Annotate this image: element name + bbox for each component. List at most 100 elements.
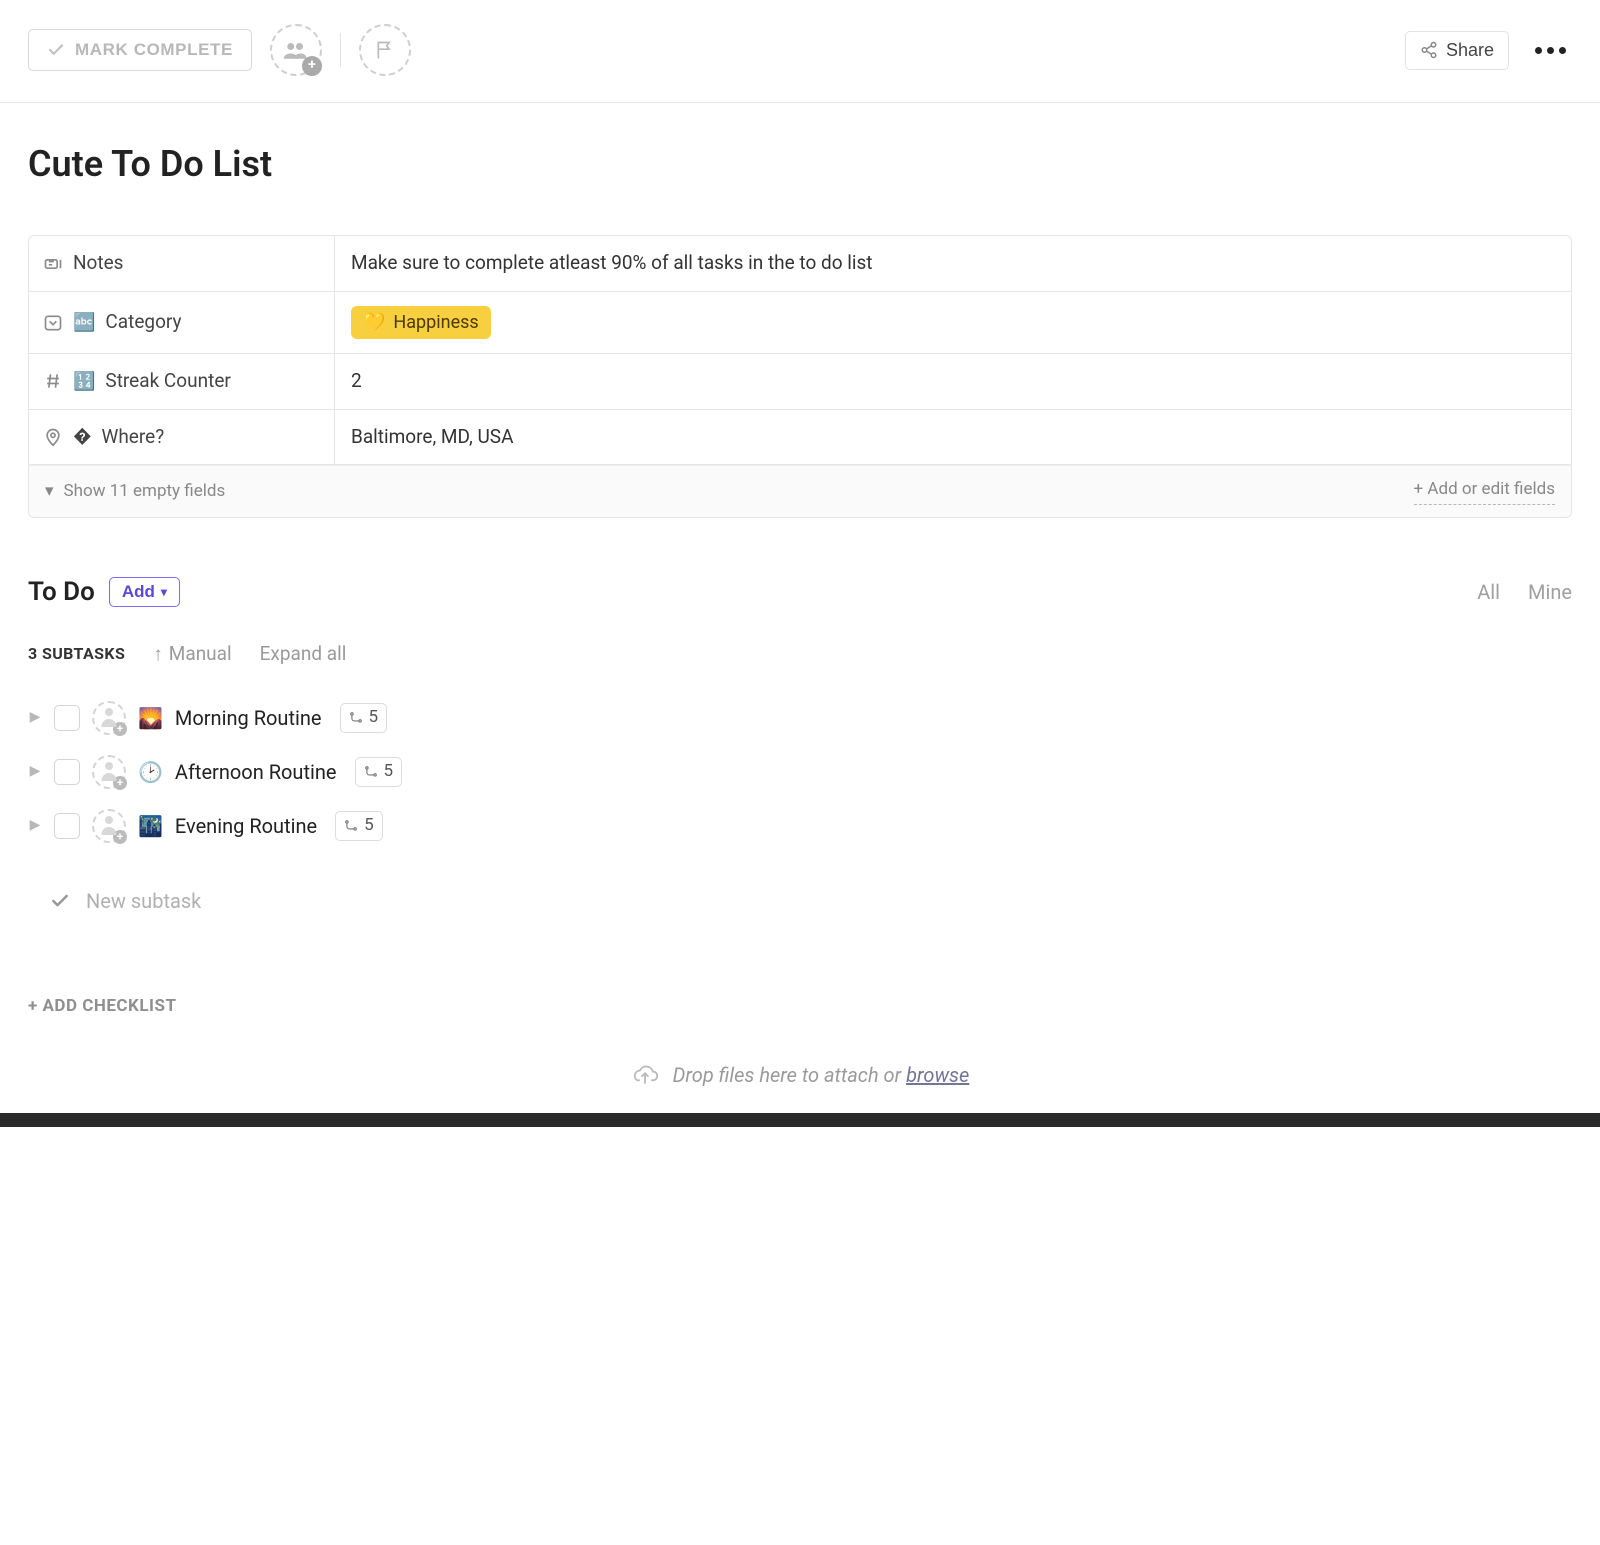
chevron-right-icon[interactable]: ▶: [28, 816, 42, 836]
filter-mine[interactable]: Mine: [1528, 578, 1572, 606]
fields-footer: ▾ Show 11 empty fields + Add or edit fie…: [29, 465, 1571, 517]
subtasks-icon: [344, 819, 358, 833]
subtask-emoji: 🌃: [138, 812, 163, 840]
subtask-row: ▶ + 🌃 Evening Routine 5: [28, 799, 1572, 853]
subtask-count: 3 SUBTASKS: [28, 643, 125, 665]
task-title[interactable]: Cute To Do List: [28, 139, 1572, 189]
streak-emoji: 🔢: [73, 369, 95, 394]
header-left: MARK COMPLETE +: [28, 24, 411, 76]
badge-count: 5: [384, 760, 394, 784]
dropzone-label: Drop files here to attach or: [673, 1063, 906, 1087]
new-subtask-input[interactable]: New subtask: [28, 867, 1572, 935]
chevron-down-icon: ▾: [45, 480, 54, 504]
subtask-row: ▶ + 🕑 Afternoon Routine 5: [28, 745, 1572, 799]
field-streak-label: 🔢 Streak Counter: [29, 354, 335, 409]
subtask-toolbar: 3 SUBTASKS ↑ Manual Expand all: [28, 641, 1572, 668]
new-subtask-placeholder: New subtask: [86, 887, 201, 915]
mark-complete-button[interactable]: MARK COMPLETE: [28, 29, 252, 71]
subtask-list: ▶ + 🌄 Morning Routine 5 ▶ + 🕑 Afternoon …: [28, 691, 1572, 853]
flag-icon: [375, 39, 395, 61]
subtask-row: ▶ + 🌄 Morning Routine 5: [28, 691, 1572, 745]
field-label-text: Notes: [73, 250, 124, 277]
bottom-bar: [0, 1113, 1600, 1127]
category-emoji: 🔤: [73, 310, 95, 335]
mark-complete-label: MARK COMPLETE: [75, 40, 233, 60]
check-icon: [47, 41, 65, 59]
share-label: Share: [1446, 40, 1494, 61]
subtasks-icon: [364, 765, 378, 779]
filter-tabs: All Mine: [1477, 578, 1572, 606]
assign-button[interactable]: +: [92, 701, 126, 735]
subtask-name[interactable]: Morning Routine: [175, 704, 322, 732]
assign-button[interactable]: +: [92, 809, 126, 843]
hash-icon: [43, 371, 63, 391]
where-emoji: �: [73, 424, 91, 449]
subtask-checkbox[interactable]: [54, 759, 80, 785]
subtasks-icon: [349, 711, 363, 725]
field-streak-value[interactable]: 2: [335, 354, 1571, 409]
field-notes-row: Notes Make sure to complete atleast 90% …: [29, 236, 1571, 292]
todo-title: To Do: [28, 574, 95, 610]
show-empty-fields[interactable]: ▾ Show 11 empty fields: [45, 480, 225, 504]
fields-table: Notes Make sure to complete atleast 90% …: [28, 235, 1572, 518]
subtask-count-badge[interactable]: 5: [335, 811, 383, 841]
subtask-checkbox[interactable]: [54, 813, 80, 839]
field-category-value[interactable]: 💛 Happiness: [335, 292, 1571, 353]
field-streak-row: 🔢 Streak Counter 2: [29, 354, 1571, 410]
subtask-emoji: 🌄: [138, 704, 163, 732]
add-subtask-button[interactable]: Add ▾: [109, 577, 180, 607]
subtask-count-badge[interactable]: 5: [355, 757, 403, 787]
dropdown-icon: [43, 313, 63, 333]
todo-section-head: To Do Add ▾ All Mine: [28, 574, 1572, 610]
share-icon: [1420, 41, 1438, 59]
more-menu-button[interactable]: [1529, 41, 1572, 60]
add-edit-fields[interactable]: + Add or edit fields: [1414, 478, 1555, 505]
field-label-text: Streak Counter: [105, 368, 230, 395]
field-category-label: 🔤 Category: [29, 292, 335, 353]
sort-manual[interactable]: ↑ Manual: [153, 641, 231, 668]
chevron-right-icon[interactable]: ▶: [28, 762, 42, 782]
show-empty-label: Show 11 empty fields: [64, 480, 226, 504]
subtask-checkbox[interactable]: [54, 705, 80, 731]
plus-icon: +: [113, 722, 127, 736]
plus-icon: +: [302, 56, 322, 76]
cloud-upload-icon: [631, 1063, 659, 1087]
assign-button[interactable]: +: [92, 755, 126, 789]
badge-count: 5: [364, 814, 374, 838]
badge-count: 5: [369, 706, 379, 730]
category-tag[interactable]: 💛 Happiness: [351, 306, 491, 339]
header-right: Share: [1405, 31, 1572, 70]
assign-button[interactable]: +: [270, 24, 322, 76]
task-header: MARK COMPLETE + Share: [0, 0, 1600, 103]
share-button[interactable]: Share: [1405, 31, 1509, 70]
flag-button[interactable]: [359, 24, 411, 76]
tag-emoji: 💛: [363, 310, 385, 335]
field-where-label: � Where?: [29, 410, 335, 465]
section-head-left: To Do Add ▾: [28, 574, 180, 610]
field-notes-value[interactable]: Make sure to complete atleast 90% of all…: [335, 236, 1571, 291]
browse-link[interactable]: browse: [906, 1063, 969, 1087]
chevron-down-icon: ▾: [161, 585, 167, 599]
field-where-value[interactable]: Baltimore, MD, USA: [335, 410, 1571, 465]
subtask-count-badge[interactable]: 5: [340, 703, 388, 733]
subtask-name[interactable]: Evening Routine: [175, 812, 317, 840]
field-label-text: Where?: [101, 424, 164, 451]
add-label: Add: [122, 582, 155, 602]
filter-all[interactable]: All: [1477, 578, 1500, 606]
field-label-text: Category: [105, 309, 181, 336]
field-where-row: � Where? Baltimore, MD, USA: [29, 410, 1571, 466]
tag-text: Happiness: [393, 310, 478, 335]
subtask-emoji: 🕑: [138, 758, 163, 786]
expand-all[interactable]: Expand all: [260, 641, 347, 668]
plus-icon: +: [113, 830, 127, 844]
subtask-name[interactable]: Afternoon Routine: [175, 758, 337, 786]
check-icon: [50, 891, 70, 911]
task-content: Cute To Do List Notes Make sure to compl…: [0, 103, 1600, 1113]
sort-manual-label: Manual: [169, 641, 232, 668]
chevron-right-icon[interactable]: ▶: [28, 708, 42, 728]
add-checklist-button[interactable]: + ADD CHECKLIST: [28, 995, 1572, 1019]
field-notes-label: Notes: [29, 236, 335, 291]
attachments-dropzone[interactable]: Drop files here to attach or browse: [28, 1043, 1572, 1113]
pin-icon: [43, 427, 63, 447]
notes-icon: [43, 254, 63, 274]
